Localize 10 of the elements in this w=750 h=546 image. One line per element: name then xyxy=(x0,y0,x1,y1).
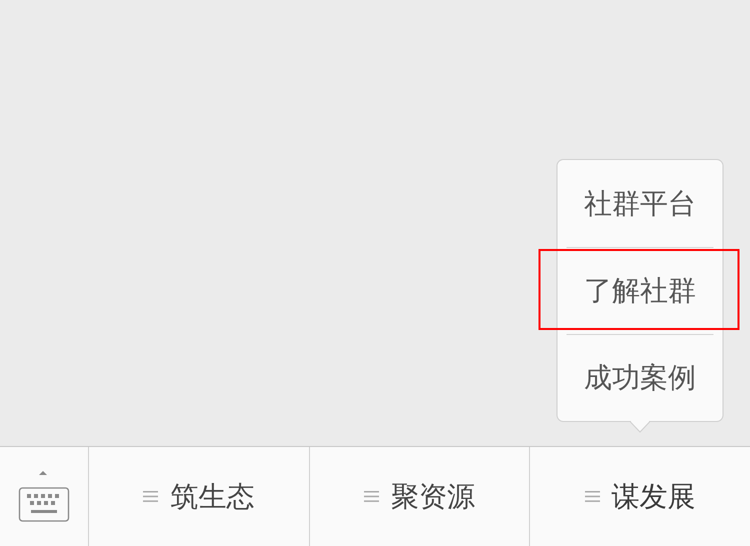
menu-icon xyxy=(584,491,600,502)
menu-tab[interactable]: 谋发展 xyxy=(584,476,696,518)
menu-tab[interactable]: 聚资源 xyxy=(364,476,475,518)
submenu-item[interactable]: 了解社群 xyxy=(584,270,696,312)
menu-icon xyxy=(143,491,158,502)
menu-icon xyxy=(364,491,379,502)
keyboard-icon[interactable] xyxy=(18,470,70,524)
menu-tab[interactable]: 筑生态 xyxy=(143,476,254,518)
submenu-item[interactable]: 成功案例 xyxy=(584,357,696,399)
submenu-item[interactable]: 社群平台 xyxy=(584,182,696,224)
